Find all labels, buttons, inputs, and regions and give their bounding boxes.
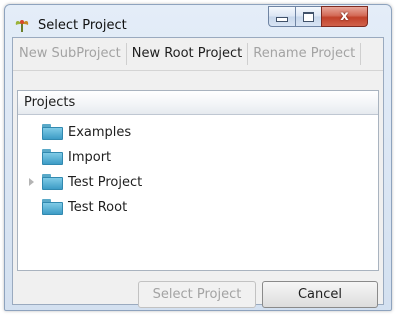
toolbar: New SubProject New Root Project Rename P… xyxy=(13,38,383,71)
tree-item-import[interactable]: Import xyxy=(42,146,111,168)
app-logo-icon xyxy=(14,17,30,33)
title-bar[interactable]: Select Project x xyxy=(5,5,391,41)
folder-icon xyxy=(42,199,63,215)
projects-header: Projects xyxy=(18,91,378,115)
maximize-button[interactable] xyxy=(295,6,322,27)
folder-icon xyxy=(42,149,63,165)
new-root-project-button[interactable]: New Root Project xyxy=(127,43,249,65)
tree-item-label: Import xyxy=(68,149,112,165)
window-title: Select Project xyxy=(38,18,127,33)
select-project-button[interactable]: Select Project xyxy=(138,281,256,308)
maximize-icon xyxy=(303,11,314,22)
tree-item-label: Test Root xyxy=(68,199,128,215)
folder-icon xyxy=(42,174,63,190)
tree-item-label: Examples xyxy=(68,124,132,140)
dialog-content: New SubProject New Root Project Rename P… xyxy=(12,37,384,308)
minimize-button[interactable] xyxy=(268,6,296,27)
minimize-icon xyxy=(276,17,288,22)
close-button[interactable]: x xyxy=(321,6,368,27)
select-project-dialog: Select Project x New SubProject New Root… xyxy=(4,4,392,311)
cancel-button[interactable]: Cancel xyxy=(262,281,378,308)
new-subproject-button[interactable]: New SubProject xyxy=(13,43,127,65)
tree-item-examples[interactable]: Examples xyxy=(42,121,131,143)
close-icon: x xyxy=(340,9,349,24)
tree-item-test-project[interactable]: Test Project xyxy=(42,171,142,193)
tree-item-label: Test Project xyxy=(68,174,143,190)
folder-icon xyxy=(42,124,63,140)
expand-arrow-icon[interactable] xyxy=(29,178,34,186)
projects-tree[interactable]: Projects Examples Import Test Project Te… xyxy=(17,90,379,271)
rename-project-button[interactable]: Rename Project xyxy=(248,43,362,65)
tree-item-test-root[interactable]: Test Root xyxy=(42,196,127,218)
